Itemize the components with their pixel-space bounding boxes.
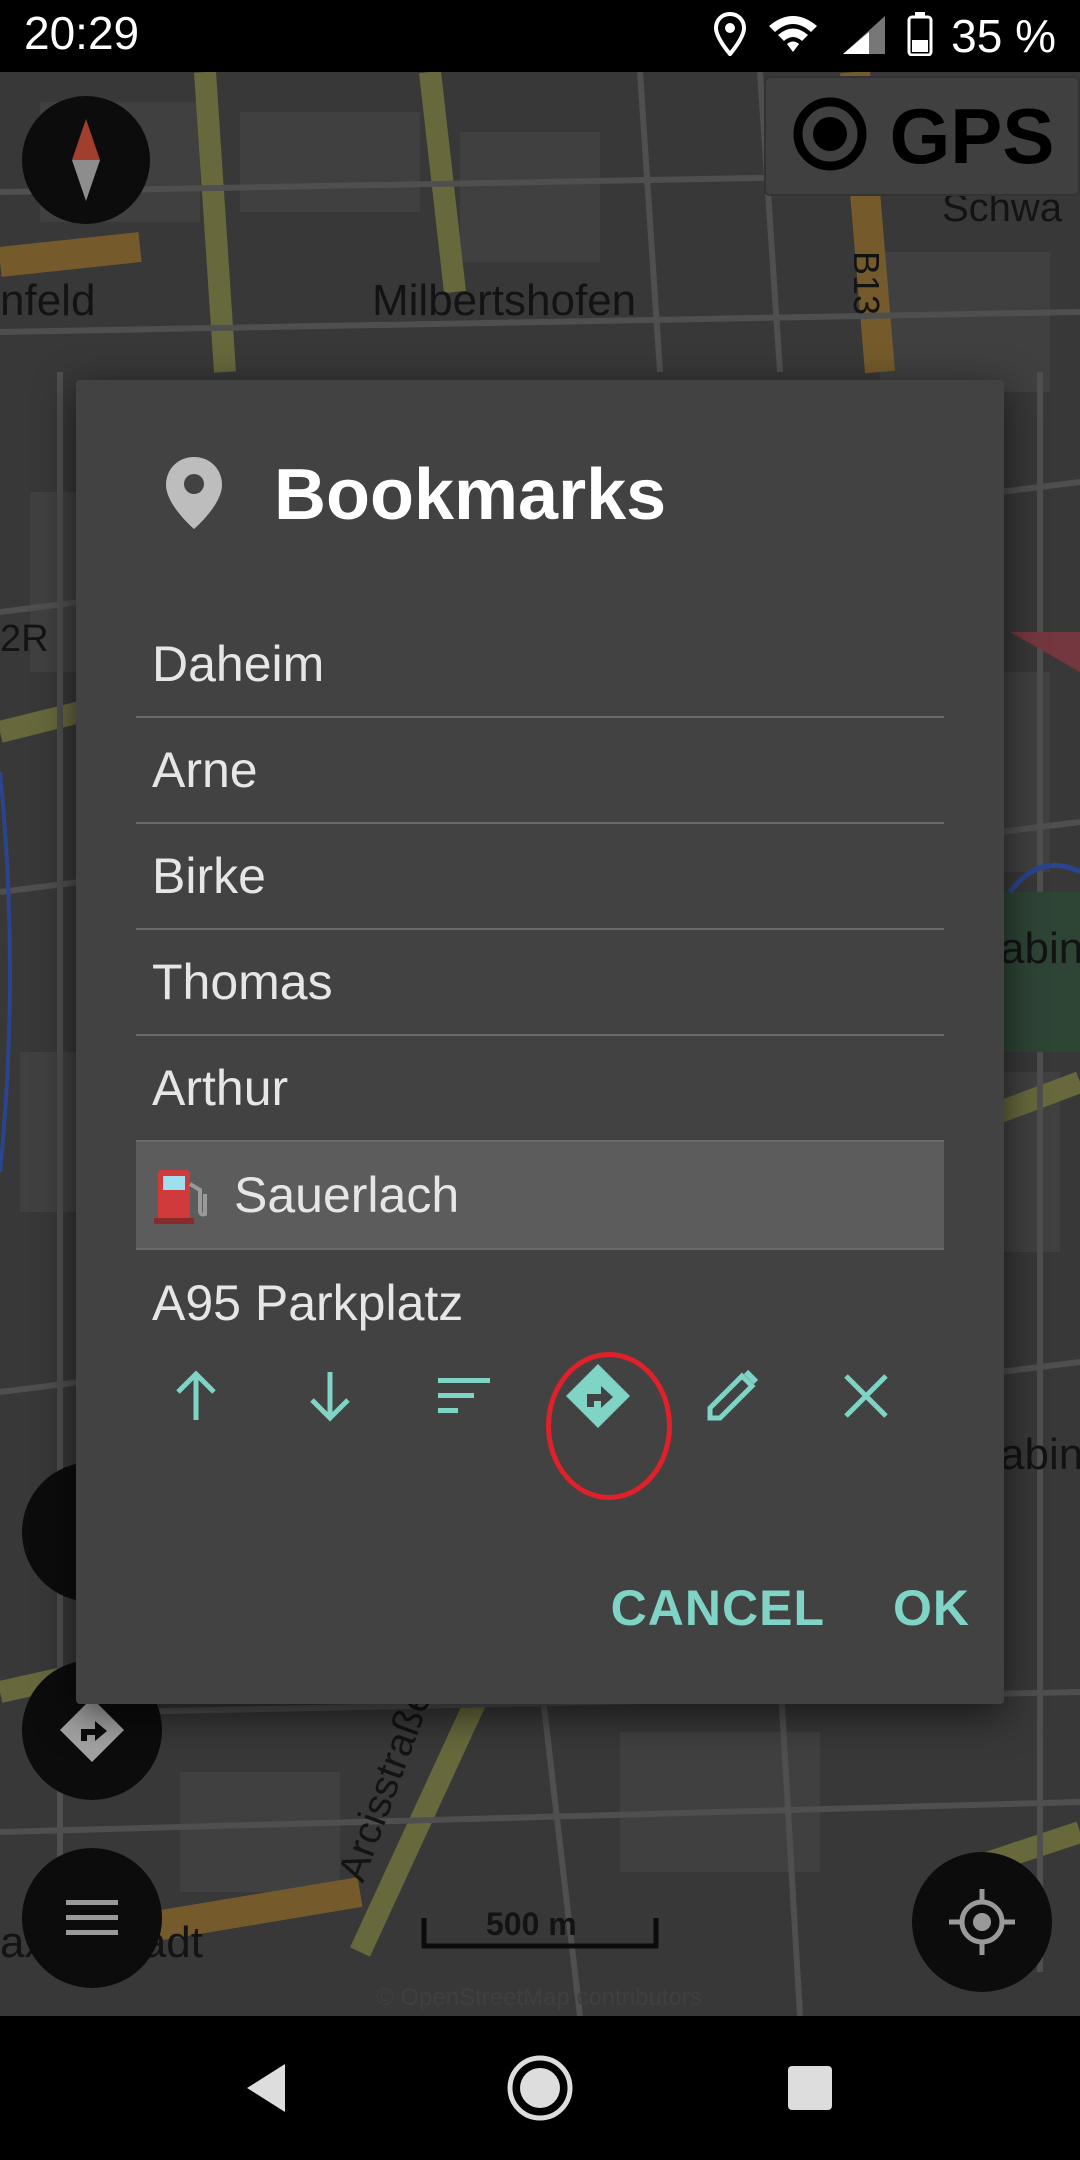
move-up-icon <box>176 1370 216 1420</box>
bookmark-item-birke[interactable]: Birke <box>136 824 944 930</box>
home-button[interactable] <box>500 2048 580 2128</box>
location-icon <box>713 11 747 61</box>
cancel-button[interactable]: CANCEL <box>577 1548 859 1668</box>
dialog-title: Bookmarks <box>274 455 667 535</box>
navigation-bar <box>0 2016 1080 2160</box>
battery-icon <box>907 11 933 61</box>
sort-icon <box>438 1378 490 1413</box>
move-down-button[interactable] <box>270 1336 390 1456</box>
close-icon <box>844 1374 888 1418</box>
location-pin-icon <box>164 455 224 536</box>
fuel-pump-icon <box>152 1164 214 1226</box>
move-up-button[interactable] <box>136 1336 256 1456</box>
ok-button[interactable]: OK <box>859 1548 1004 1668</box>
back-icon <box>247 2064 285 2112</box>
back-button[interactable] <box>226 2048 306 2128</box>
bookmarks-dialog: Bookmarks Daheim Arne Birke Thomas Arthu… <box>76 380 1004 1704</box>
sort-button[interactable] <box>404 1336 524 1456</box>
bookmark-item-arne[interactable]: Arne <box>136 718 944 824</box>
battery-percent: 35 % <box>951 10 1056 62</box>
bookmark-label: Daheim <box>152 636 325 692</box>
bookmark-toolbar <box>136 1336 944 1456</box>
delete-button[interactable] <box>806 1336 926 1456</box>
edit-icon <box>707 1369 759 1421</box>
annotation-highlight-ring <box>546 1352 672 1500</box>
status-icons: 35 % <box>713 8 1056 64</box>
edit-button[interactable] <box>672 1336 792 1456</box>
recents-button[interactable] <box>770 2048 850 2128</box>
bookmark-label: Arthur <box>152 1060 289 1116</box>
bookmark-label: Thomas <box>152 954 333 1010</box>
dialog-actions: CANCEL OK <box>577 1548 1004 1668</box>
bookmark-list: Daheim Arne Birke Thomas Arthur Sauerlac… <box>136 612 944 1356</box>
status-time: 20:29 <box>24 7 140 59</box>
recents-icon <box>788 2066 832 2110</box>
bookmark-label: Sauerlach <box>234 1167 460 1223</box>
bookmark-item-thomas[interactable]: Thomas <box>136 930 944 1036</box>
signal-icon <box>839 12 889 61</box>
move-down-icon <box>310 1372 350 1422</box>
bookmark-item-arthur[interactable]: Arthur <box>136 1036 944 1142</box>
bookmark-item-sauerlach[interactable]: Sauerlach <box>136 1142 944 1250</box>
status-bar: 20:29 35 % <box>0 0 1080 72</box>
wifi-icon <box>765 12 821 61</box>
bookmark-label: Arne <box>152 742 258 798</box>
bookmark-label: Birke <box>152 848 266 904</box>
bookmark-item-daheim[interactable]: Daheim <box>136 612 944 718</box>
home-icon <box>507 2055 573 2121</box>
bookmark-label: A95 Parkplatz <box>152 1275 464 1331</box>
dialog-header: Bookmarks <box>164 440 666 550</box>
